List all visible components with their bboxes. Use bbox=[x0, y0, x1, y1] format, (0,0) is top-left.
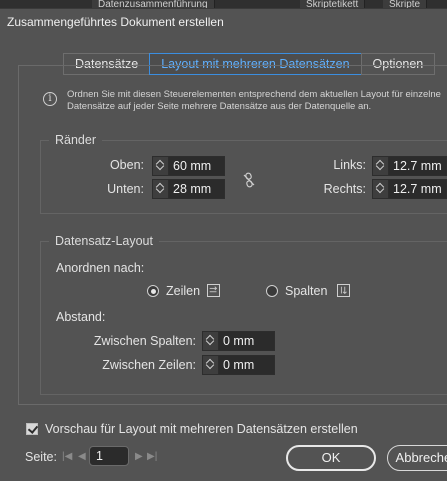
right-margin-field[interactable]: 12.7 mm bbox=[372, 179, 447, 199]
bottom-margin-stepper[interactable] bbox=[153, 180, 169, 198]
left-margin-stepper[interactable] bbox=[373, 157, 389, 175]
margins-group-title: Ränder bbox=[49, 133, 102, 147]
ok-button[interactable]: OK bbox=[286, 445, 376, 471]
left-margin-label: Links: bbox=[333, 158, 366, 172]
right-margin-stepper[interactable] bbox=[373, 180, 389, 198]
between-columns-stepper[interactable] bbox=[203, 332, 219, 350]
between-columns-field[interactable]: 0 mm bbox=[202, 331, 275, 351]
preview-label[interactable]: Vorschau für Layout mit mehreren Datensä… bbox=[45, 422, 358, 436]
bottom-margin-field[interactable]: 28 mm bbox=[152, 179, 225, 199]
previous-page-icon[interactable]: ◀ bbox=[78, 451, 86, 462]
between-rows-label: Zwischen Zeilen: bbox=[102, 358, 196, 372]
bottom-margin-label: Unten: bbox=[107, 182, 144, 196]
left-margin-field[interactable]: 12.7 mm bbox=[372, 156, 447, 176]
preview-checkbox[interactable] bbox=[26, 423, 38, 435]
rows-radio[interactable] bbox=[147, 285, 159, 297]
spacing-label: Abstand: bbox=[56, 310, 106, 324]
bottom-margin-value[interactable]: 28 mm bbox=[169, 180, 224, 198]
between-rows-stepper[interactable] bbox=[203, 356, 219, 374]
rows-layout-icon bbox=[207, 284, 220, 297]
page-number-field[interactable]: 1 bbox=[89, 446, 129, 466]
tab-panel: i Ordnen Sie mit diesen Steuerelementen … bbox=[18, 65, 447, 405]
top-margin-value[interactable]: 60 mm bbox=[169, 157, 224, 175]
between-rows-field[interactable]: 0 mm bbox=[202, 355, 275, 375]
first-page-icon[interactable]: |◀ bbox=[62, 451, 72, 462]
info-icon: i bbox=[43, 92, 57, 106]
rows-label[interactable]: Zeilen bbox=[166, 284, 200, 298]
arrange-by-label: Anordnen nach: bbox=[56, 261, 145, 275]
columns-radio[interactable] bbox=[266, 285, 278, 297]
left-margin-value[interactable]: 12.7 mm bbox=[389, 157, 446, 175]
page-label: Seite: bbox=[25, 450, 57, 464]
top-margin-stepper[interactable] bbox=[153, 157, 169, 175]
top-margin-label: Oben: bbox=[109, 158, 144, 172]
top-margin-field[interactable]: 60 mm bbox=[152, 156, 225, 176]
dialog-title: Zusammengeführtes Dokument erstellen bbox=[0, 9, 447, 35]
right-margin-label: Rechts: bbox=[323, 182, 366, 196]
between-columns-label: Zwischen Spalten: bbox=[93, 334, 196, 348]
columns-layout-icon bbox=[337, 284, 350, 297]
columns-label[interactable]: Spalten bbox=[285, 284, 327, 298]
next-page-icon[interactable]: ▶ bbox=[135, 451, 143, 462]
info-text: Ordnen Sie mit diesen Steuerelementen en… bbox=[67, 89, 441, 112]
last-page-icon[interactable]: ▶| bbox=[147, 451, 157, 462]
between-columns-value[interactable]: 0 mm bbox=[219, 332, 274, 350]
right-margin-value[interactable]: 12.7 mm bbox=[389, 180, 446, 198]
cancel-button[interactable]: Abbrechen bbox=[387, 445, 447, 471]
record-layout-group-title: Datensatz-Layout bbox=[49, 234, 159, 248]
between-rows-value[interactable]: 0 mm bbox=[219, 356, 274, 374]
chain-broken-icon[interactable] bbox=[242, 172, 256, 188]
